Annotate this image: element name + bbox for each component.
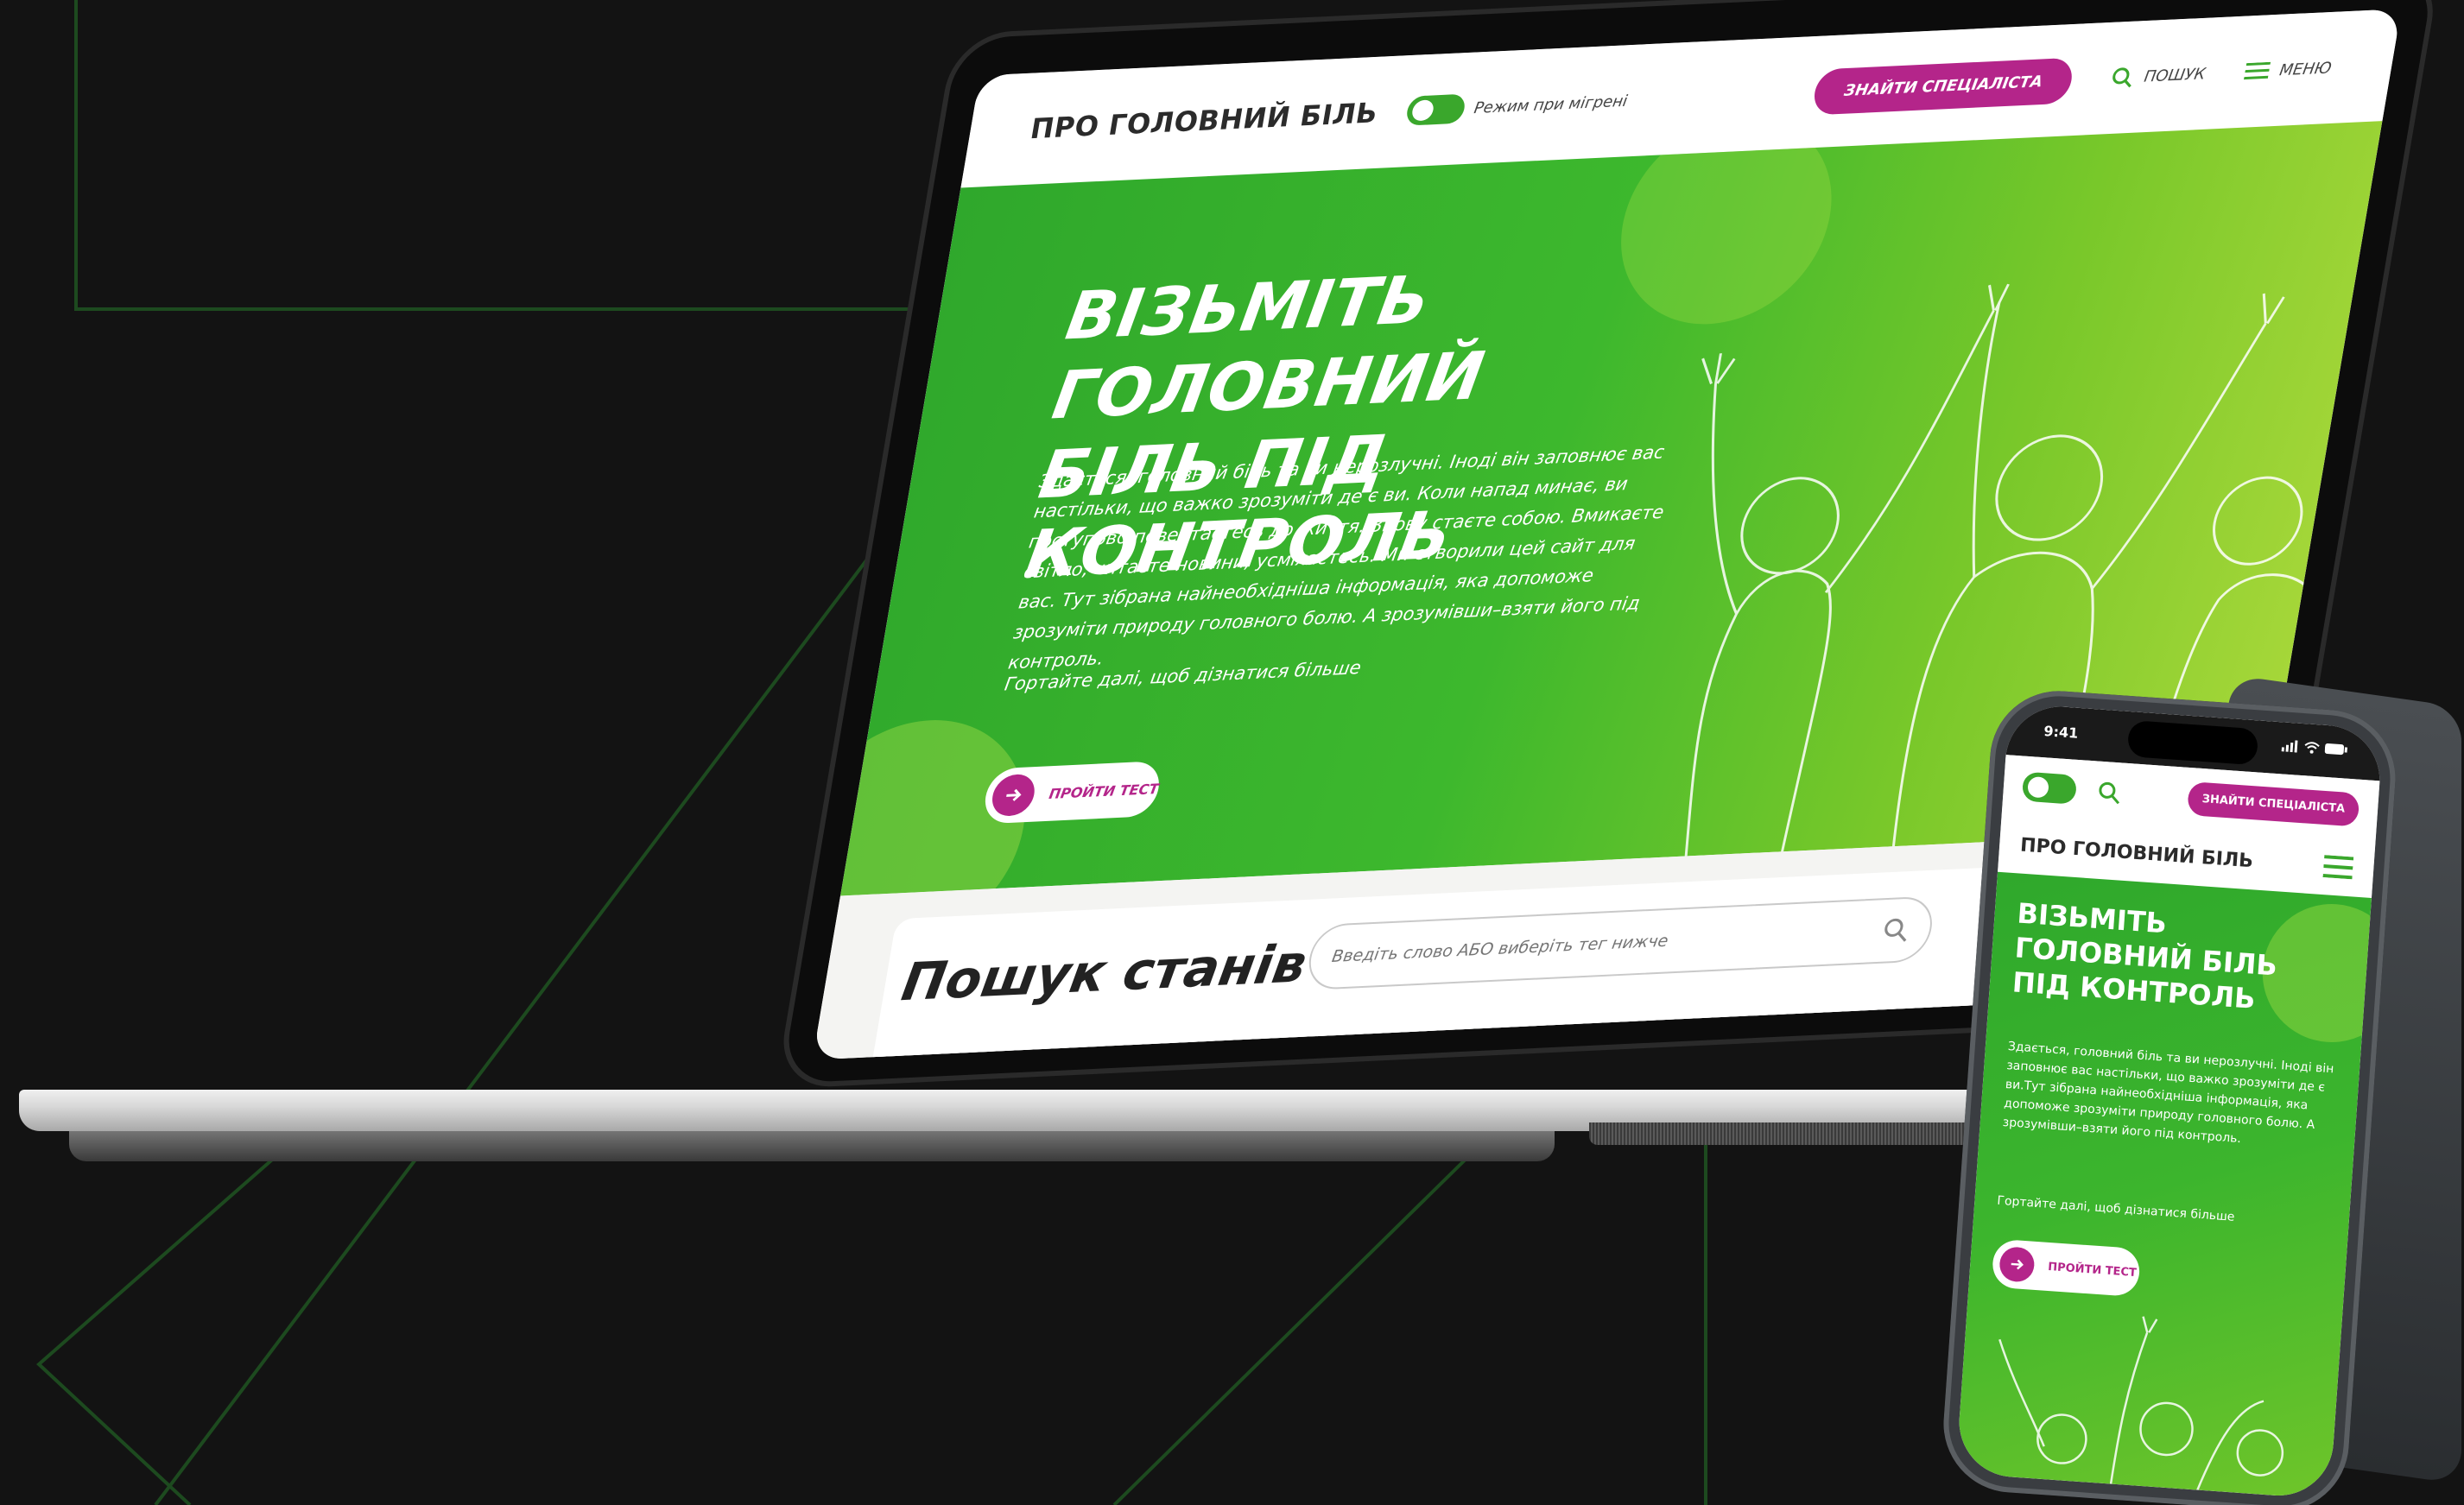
- take-test-label: ПРОЙТИ ТЕСТ: [1048, 780, 1160, 802]
- decor-line-top: [74, 0, 950, 311]
- battery-icon: [2324, 743, 2348, 756]
- decor-line-diagonal-2: [1112, 1138, 1487, 1505]
- mockup-stage: ПРО ГОЛОВНИЙ БІЛЬ Режим при мігрені ЗНАЙ…: [0, 0, 2464, 1505]
- hero-description: Здається, головний біль та ви нерозлучні…: [2002, 1040, 2334, 1147]
- find-specialist-button[interactable]: ЗНАЙТИ СПЕЦІАЛІСТА: [2187, 781, 2360, 827]
- hero-description: Здається, головний біль та ви нерозлучні…: [1006, 441, 1666, 673]
- find-specialist-button[interactable]: ЗНАЙТИ СПЕЦІАЛІСТА: [1810, 57, 2076, 116]
- status-time: 9:41: [2043, 723, 2079, 742]
- site-logo[interactable]: ПРО ГОЛОВНИЙ БІЛЬ: [1028, 96, 1380, 145]
- migraine-mode-toggle[interactable]: [2021, 771, 2078, 805]
- menu-label: МЕНЮ: [2277, 58, 2334, 79]
- site-logo[interactable]: ПРО ГОЛОВНИЙ БІЛЬ: [2019, 834, 2253, 872]
- status-icons: [2281, 739, 2348, 756]
- search-icon[interactable]: [1881, 917, 1911, 944]
- hamburger-menu-icon: [2244, 61, 2271, 80]
- decor-line-diagonal-1: [154, 516, 900, 1505]
- take-test-button[interactable]: ПРОЙТИ ТЕСТ: [980, 761, 1163, 825]
- migraine-mode-toggle[interactable]: [1404, 93, 1466, 126]
- phone-device: 9:41 ЗНАЙТИ СПЕЦІАЛІСТА ПРО ГОЛОВНИЙ БІЛ…: [1939, 686, 2400, 1505]
- phone-screen: 9:41 ЗНАЙТИ СПЕЦІАЛІСТА ПРО ГОЛОВНИЙ БІЛ…: [1955, 703, 2384, 1500]
- hero-section: ВІЗЬМІТЬ ГОЛОВНИЙ БІЛЬ ПІД КОНТРОЛЬ Здає…: [1955, 871, 2372, 1500]
- take-test-button[interactable]: ПРОЙТИ ТЕСТ: [1991, 1238, 2141, 1298]
- arrow-right-icon: [989, 773, 1037, 818]
- search-icon[interactable]: [2096, 780, 2122, 806]
- take-test-label: ПРОЙТИ ТЕСТ: [2047, 1260, 2138, 1280]
- toggle-knob: [1410, 99, 1435, 122]
- hamburger-menu-icon[interactable]: [2322, 855, 2354, 880]
- menu-button[interactable]: МЕНЮ: [2244, 59, 2333, 81]
- hero-title: ВІЗЬМІТЬ ГОЛОВНИЙ БІЛЬ ПІД КОНТРОЛЬ: [2011, 896, 2279, 1015]
- signal-icon: [2281, 740, 2298, 753]
- conditions-search-input[interactable]: [1330, 920, 1885, 966]
- scroll-hint: Гортайте далі, щоб дізнатися більше: [1996, 1193, 2235, 1224]
- search-label: ПОШУК: [2143, 64, 2207, 86]
- migraine-mode-label: Режим при мігрені: [1473, 92, 1629, 117]
- people-line-illustration: [1998, 1316, 2284, 1493]
- wifi-icon: [2304, 742, 2320, 754]
- toggle-knob: [2027, 775, 2049, 799]
- laptop-base-underside: [69, 1127, 1555, 1161]
- search-icon: [2112, 67, 2132, 88]
- arrow-right-icon: [1998, 1246, 2036, 1283]
- search-button[interactable]: ПОШУК: [2110, 62, 2207, 89]
- decor-line-left-chevron: [36, 1147, 287, 1505]
- dynamic-island: [2126, 719, 2259, 766]
